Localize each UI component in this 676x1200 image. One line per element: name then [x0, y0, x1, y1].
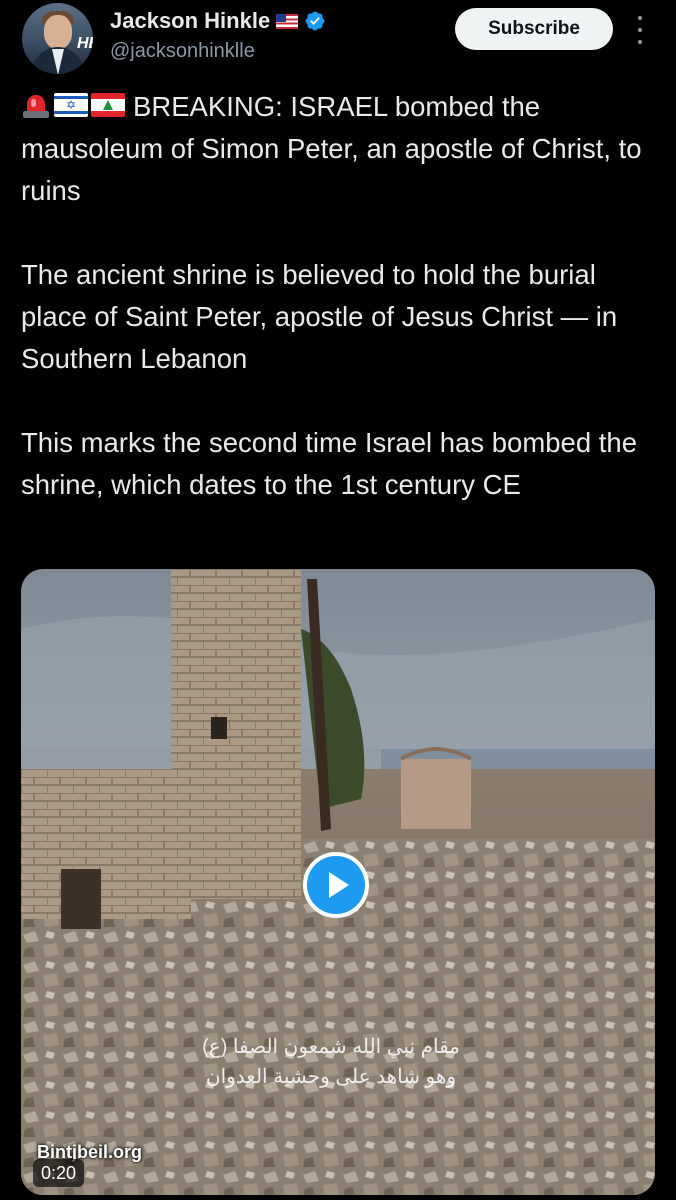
more-vertical-icon[interactable]: [632, 16, 648, 44]
play-icon[interactable]: [303, 852, 369, 918]
subscribe-button[interactable]: Subscribe: [455, 8, 613, 50]
author-name[interactable]: Jackson Hinkle: [110, 8, 270, 34]
tweet-emojis: ✡: [21, 91, 125, 119]
tweet-paragraph-3: This marks the second time Israel has bo…: [21, 427, 645, 500]
tweet-paragraph-2: The ancient shrine is believed to hold t…: [21, 259, 625, 374]
video-caption-line-1: مقام نبي الله شمعون الصفا (ع): [202, 1036, 460, 1058]
author-handle[interactable]: @jacksonhinklle: [110, 40, 255, 63]
us-flag-icon: [276, 13, 299, 29]
police-siren-emoji: [21, 91, 51, 119]
tweet-header: HB Jackson Hinkle @jacksonhinklle Subscr…: [0, 0, 676, 80]
verified-badge-icon: [305, 11, 325, 31]
video-caption-line-2: وهو شاهد على وحشية العدوان: [205, 1066, 457, 1088]
avatar-badge: HB: [77, 35, 93, 52]
video-player[interactable]: مقام نبي الله شمعون الصفا (ع) وهو شاهد ع…: [21, 569, 655, 1195]
avatar[interactable]: HB: [22, 3, 93, 74]
tweet-text: ✡ BREAKING: ISRAEL bombed the mausoleum o…: [21, 86, 651, 506]
video-caption: مقام نبي الله شمعون الصفا (ع) وهو شاهد ع…: [201, 1032, 461, 1092]
video-duration: 0:20: [33, 1159, 85, 1187]
author-name-row[interactable]: Jackson Hinkle: [110, 6, 326, 36]
lebanon-flag-emoji: [91, 93, 125, 117]
israel-flag-emoji: ✡: [54, 93, 88, 117]
